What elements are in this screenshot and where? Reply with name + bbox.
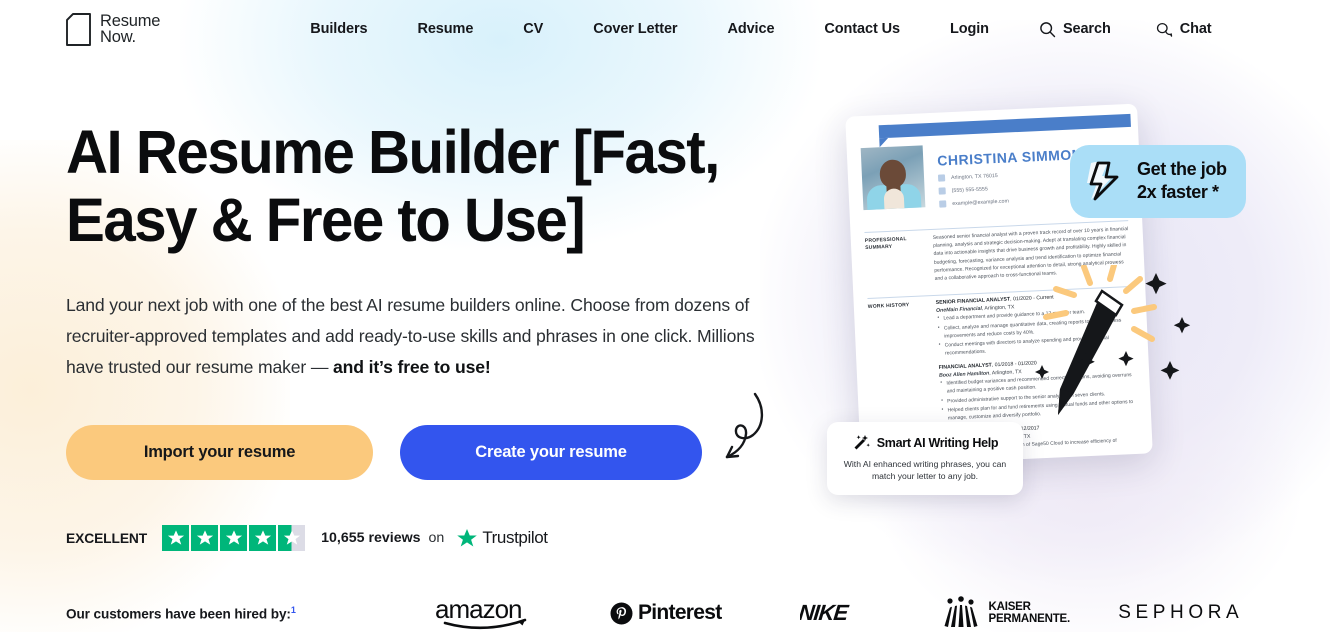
create-resume-button[interactable]: Create your resume: [400, 425, 702, 480]
hired-by-label: Our customers have been hired by:1: [66, 605, 296, 622]
logo-line-1: Resume: [100, 12, 161, 30]
nav-item-chat-label: Chat: [1179, 21, 1212, 37]
hired-by-text: Our customers have been hired by:: [66, 606, 291, 622]
landing-page: Resume Now. Builders Resume CV Cover Let…: [0, 0, 1330, 632]
amazon-icon: amazon: [435, 596, 527, 630]
nav-item-advice[interactable]: Advice: [702, 15, 799, 43]
brand-logo-sephora: SEPHORA: [1101, 602, 1261, 624]
trustpilot-rating-word: EXCELLENT: [66, 530, 148, 546]
nav-item-search-label: Search: [1062, 21, 1111, 37]
hired-by-section: Our customers have been hired by:1 amazo…: [66, 596, 1330, 630]
kaiser-wordmark: KAISER PERMANENTE.: [988, 600, 1070, 626]
trustpilot-star-icon: [457, 528, 478, 546]
star-4: [249, 525, 277, 551]
nav-item-contact-us[interactable]: Contact Us: [799, 15, 925, 43]
star-5-half: [278, 525, 306, 551]
svg-text:amazon: amazon: [435, 596, 522, 624]
brand-logo-kaiser-permanente: KAISER PERMANENTE.: [911, 596, 1101, 630]
pinterest-icon: [610, 602, 633, 624]
site-header: Resume Now. Builders Resume CV Cover Let…: [0, 0, 1330, 58]
trustpilot-review-count: 10,655 reviews: [321, 530, 421, 546]
pinterest-wordmark: Pinterest: [637, 601, 722, 624]
nav-item-chat[interactable]: Chat: [1131, 15, 1232, 44]
nike-icon: NIKE: [800, 601, 851, 625]
nav-item-login[interactable]: Login: [925, 15, 1014, 43]
headline-line-2: Easy & Free to Use]: [66, 186, 586, 254]
logo-text: Resume Now.: [100, 12, 161, 46]
trustpilot-logo-name: Trustpilot: [482, 528, 548, 547]
chat-icon: [1156, 22, 1172, 37]
brand-logo-nike: NIKE: [756, 601, 911, 625]
nav-item-search[interactable]: Search: [1014, 15, 1131, 44]
trustpilot-rating: EXCELLENT 10,655 reviews on Trustpilot: [66, 525, 1330, 551]
hero-section: AI Resume Builder [Fast, Easy & Free to …: [0, 118, 1330, 630]
nav-item-cv[interactable]: CV: [498, 15, 568, 43]
brand-logo-pinterest: Pinterest: [576, 601, 756, 625]
document-icon: [66, 12, 91, 46]
trustpilot-on-label: on: [428, 530, 445, 546]
hero-subhead: Land your next job with one of the best …: [66, 290, 766, 383]
search-icon: [1040, 21, 1056, 37]
brand-logos: amazon Pinterest NIKE KAISER PERMANENTE.…: [396, 596, 1261, 630]
headline-line-1: AI Resume Builder [Fast,: [66, 118, 720, 186]
svg-text:NIKE: NIKE: [800, 601, 851, 625]
star-3: [220, 525, 248, 551]
star-1: [162, 525, 190, 551]
star-2: [191, 525, 219, 551]
logo[interactable]: Resume Now.: [66, 12, 161, 46]
nav-item-builders[interactable]: Builders: [285, 15, 392, 43]
logo-line-2: Now.: [100, 28, 136, 46]
nav-item-cover-letter[interactable]: Cover Letter: [568, 15, 702, 43]
page-title: AI Resume Builder [Fast, Easy & Free to …: [66, 118, 754, 254]
hero-subhead-bold: and it’s free to use!: [333, 357, 491, 377]
import-resume-button[interactable]: Import your resume: [66, 425, 373, 480]
cta-row: Import your resume Create your resume: [66, 392, 1330, 480]
curly-arrow-icon: [725, 392, 764, 459]
sephora-wordmark: SEPHORA: [1118, 602, 1244, 623]
hired-by-footnote: 1: [290, 604, 296, 615]
trustpilot-logo[interactable]: Trustpilot: [456, 528, 548, 549]
main-nav: Builders Resume CV Cover Letter Advice C…: [285, 15, 1231, 44]
kaiser-symbol-icon: [944, 596, 978, 627]
nav-item-resume[interactable]: Resume: [392, 15, 498, 43]
brand-logo-amazon: amazon: [396, 596, 576, 630]
trustpilot-stars: [162, 525, 306, 551]
